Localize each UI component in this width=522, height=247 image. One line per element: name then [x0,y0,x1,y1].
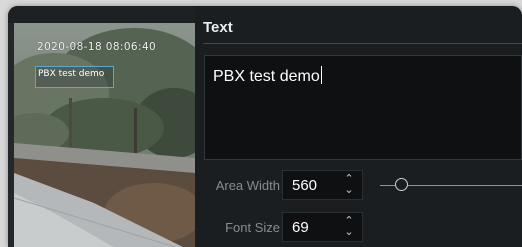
chevron-down-icon[interactable]: ⌄ [342,185,356,196]
text-caret [320,66,322,84]
font-size-value: 69 [292,219,309,236]
overlay-text-input[interactable]: PBX test demo [204,55,522,160]
chevron-down-icon[interactable]: ⌄ [342,227,356,238]
preview-toolbar [8,6,195,23]
section-title: Text [203,19,233,36]
font-size-field[interactable]: 69 ⌃ ⌄ [282,212,363,242]
area-width-label: Area Width [215,178,280,193]
osd-text-region[interactable]: PBX test demo [35,66,114,88]
text-settings-panel: Text PBX test demo Area Width 560 ⌃ ⌄ Fo… [195,6,522,247]
font-size-label: Font Size [225,220,280,235]
section-divider [203,43,522,44]
chevron-up-icon[interactable]: ⌃ [342,174,356,185]
area-width-field[interactable]: 560 ⌃ ⌄ [282,170,363,200]
area-width-value: 560 [292,177,318,194]
camera-preview: 2020-08-18 08:06:40 PBX test demo [8,6,195,247]
video-timestamp: 2020-08-18 08:06:40 [37,41,157,53]
osd-settings-window: 2020-08-18 08:06:40 PBX test demo Text P… [8,6,522,247]
area-width-slider-thumb[interactable] [394,178,408,191]
video-image [14,23,195,247]
overlay-text-value: PBX test demo [213,68,320,85]
chevron-up-icon[interactable]: ⌃ [342,216,356,227]
osd-overlay-text: PBX test demo [38,69,105,79]
